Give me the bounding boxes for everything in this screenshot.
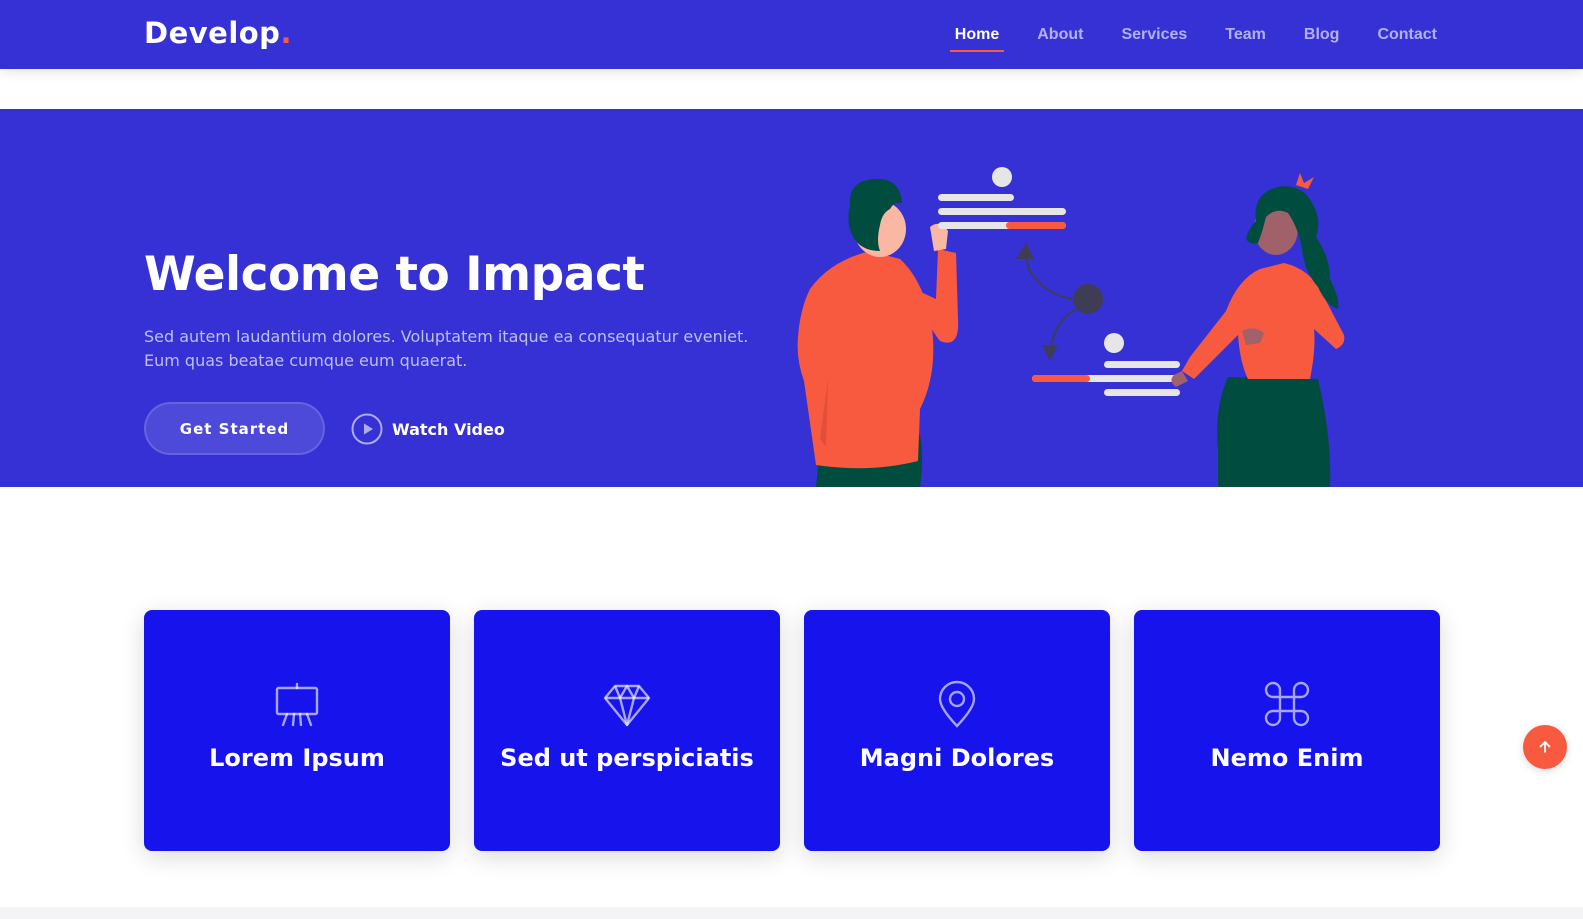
nav-team[interactable]: Team	[1223, 18, 1268, 52]
scroll-top-button[interactable]	[1523, 725, 1567, 769]
arrow-up-icon	[1539, 741, 1551, 753]
hero-description: Sed autem laudantium dolores. Voluptatem…	[144, 327, 749, 370]
features-section: Lorem Ipsum Sed ut perspiciatis Magni Do…	[0, 487, 1583, 907]
command-icon	[1264, 681, 1310, 727]
nav-contact[interactable]: Contact	[1375, 18, 1439, 52]
exchange-arrows	[1016, 243, 1103, 361]
site-header: Develop. Home About Services Team Blog C…	[0, 0, 1583, 69]
logo-dot: .	[280, 16, 292, 50]
hero-title: Welcome to Impact	[144, 247, 645, 302]
nav-services[interactable]: Services	[1119, 18, 1189, 52]
nav-blog[interactable]: Blog	[1302, 18, 1342, 52]
chart-card-bottom	[1032, 333, 1180, 396]
main-nav: Home About Services Team Blog Contact	[919, 0, 1439, 69]
gem-icon	[603, 684, 651, 727]
feature-title: Lorem Ipsum	[209, 744, 385, 772]
next-section-edge	[0, 907, 1583, 919]
logo[interactable]: Develop.	[144, 16, 292, 50]
feature-card[interactable]: Magni Dolores	[804, 610, 1110, 851]
feature-title: Nemo Enim	[1210, 744, 1364, 772]
feature-card[interactable]: Nemo Enim	[1134, 610, 1440, 851]
logo-text: Develop	[144, 16, 281, 50]
hero-section: Welcome to Impact Sed autem laudantium d…	[0, 109, 1583, 487]
get-started-button[interactable]: Get Started	[144, 402, 325, 455]
woman-figure	[1171, 173, 1345, 487]
nav-about[interactable]: About	[1035, 18, 1085, 52]
man-figure	[797, 178, 959, 487]
map-pin-icon	[938, 680, 976, 728]
feature-card[interactable]: Lorem Ipsum	[144, 610, 450, 851]
watch-video-label: Watch Video	[392, 419, 505, 439]
play-circle-icon	[351, 413, 383, 445]
feature-title: Sed ut perspiciatis	[500, 744, 754, 772]
two-people-collaborating-illustration	[797, 167, 1345, 487]
feature-title: Magni Dolores	[859, 744, 1055, 772]
feature-card[interactable]: Sed ut perspiciatis	[474, 610, 780, 851]
chart-card-top	[938, 167, 1066, 229]
watch-video-button[interactable]: Watch Video	[351, 412, 505, 446]
nav-home[interactable]: Home	[949, 18, 1005, 52]
easel-icon	[275, 682, 319, 727]
